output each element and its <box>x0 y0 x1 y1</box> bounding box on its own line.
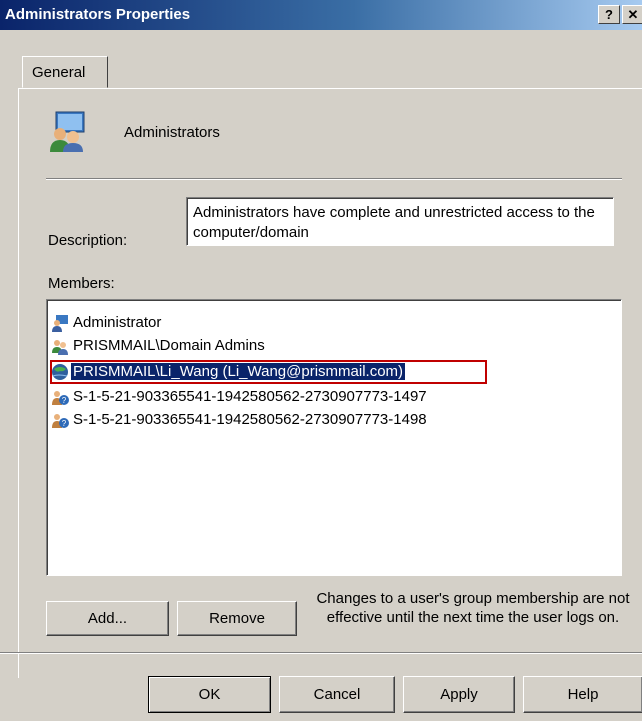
tab-general[interactable]: General <box>22 56 108 88</box>
help-button[interactable]: Help <box>523 676 642 713</box>
members-label: Members: <box>48 275 115 292</box>
unknown-account-icon: ? <box>52 414 69 429</box>
bottom-separator <box>0 652 642 654</box>
svg-text:?: ? <box>62 396 67 405</box>
member-name: PRISMMAIL\Li_Wang (Li_Wang@prismmail.com… <box>71 363 406 380</box>
description-field[interactable]: Administrators have complete and unrestr… <box>186 197 614 246</box>
member-name: PRISMMAIL\Domain Admins <box>73 337 265 354</box>
cancel-button[interactable]: Cancel <box>279 676 395 713</box>
members-list[interactable]: Administrator PRISMMAIL\Domain Admins PR… <box>46 299 622 576</box>
member-item[interactable]: ? S-1-5-21-903365541-1942580562-27309077… <box>51 409 429 431</box>
member-name: S-1-5-21-903365541-1942580562-2730907773… <box>73 388 427 405</box>
apply-button[interactable]: Apply <box>403 676 515 713</box>
member-item[interactable]: ? S-1-5-21-903365541-1942580562-27309077… <box>51 386 429 408</box>
add-button[interactable]: Add... <box>46 601 169 636</box>
member-name: Administrator <box>73 314 162 331</box>
membership-note: Changes to a user's group membership are… <box>316 590 630 626</box>
group-name: Administrators <box>124 124 220 141</box>
title-bar[interactable]: Administrators Properties ? ✕ <box>0 0 642 30</box>
window-title: Administrators Properties <box>5 6 191 23</box>
group-icon <box>52 340 68 356</box>
member-item-selected[interactable]: PRISMMAIL\Li_Wang (Li_Wang@prismmail.com… <box>51 361 406 383</box>
remove-button[interactable]: Remove <box>177 601 297 636</box>
unknown-account-icon: ? <box>52 391 69 406</box>
group-icon <box>50 111 85 152</box>
svg-text:?: ? <box>62 419 67 428</box>
description-label: Description: <box>48 232 128 249</box>
member-item[interactable]: Administrator <box>51 312 163 334</box>
user-icon <box>52 364 68 381</box>
separator <box>46 178 622 180</box>
member-name: S-1-5-21-903365541-1942580562-2730907773… <box>73 411 427 428</box>
member-item[interactable]: PRISMMAIL\Domain Admins <box>51 335 267 357</box>
ok-button[interactable]: OK <box>148 676 271 713</box>
user-icon <box>52 315 68 333</box>
close-button[interactable]: ✕ <box>622 5 642 24</box>
help-title-button[interactable]: ? <box>598 5 620 24</box>
